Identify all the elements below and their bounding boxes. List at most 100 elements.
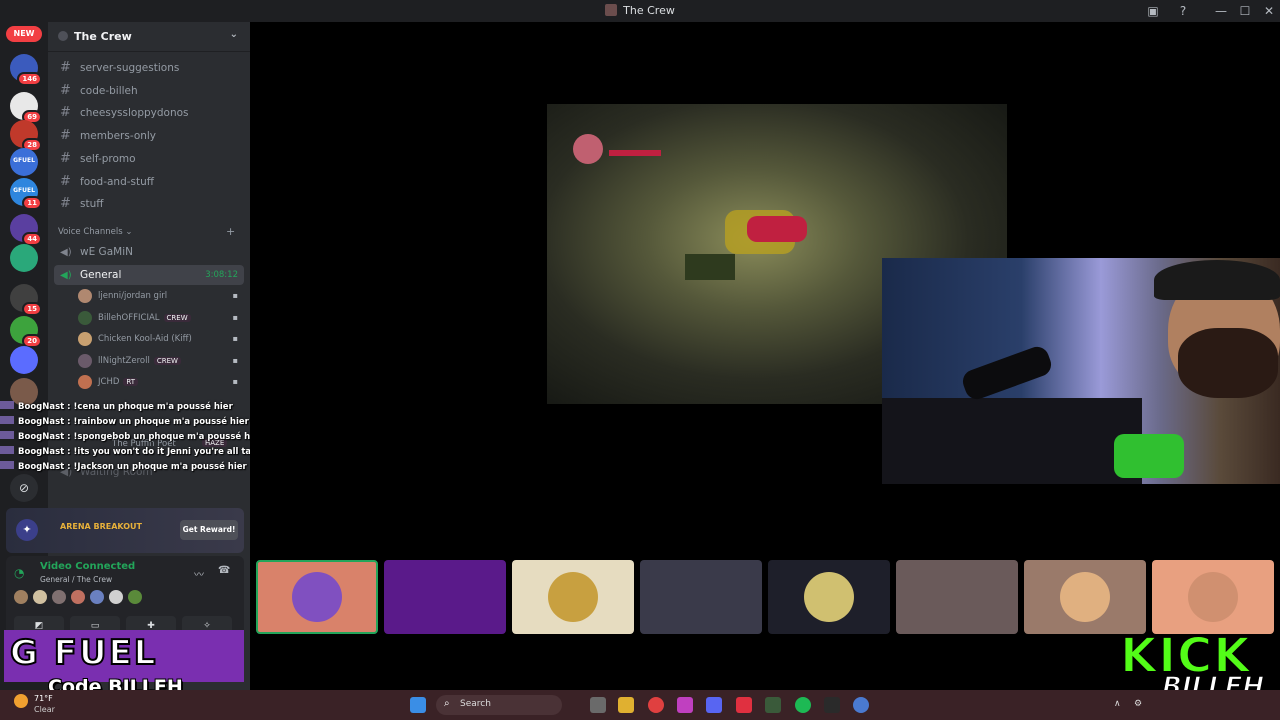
server-icon[interactable] (10, 346, 38, 374)
noise-suppression-icon[interactable]: 〰 (194, 566, 204, 581)
weather-widget[interactable]: 71°F Clear (10, 692, 70, 716)
server-header[interactable]: The Crew ⌄ (48, 22, 250, 52)
file-explorer-icon[interactable] (618, 697, 634, 713)
twitch-icon (0, 461, 14, 469)
voice-user[interactable]: Chicken Kool-Aid (Kiff) ▪ (78, 331, 238, 349)
text-channel[interactable]: # self-promo (54, 147, 244, 167)
tray-app-icon[interactable]: ⚙ (1134, 699, 1142, 709)
chrome-icon[interactable] (648, 697, 664, 713)
game-enemy (747, 216, 807, 242)
voice-channel-general[interactable]: ◀) General 3:08:12 (54, 265, 244, 285)
participant-tile[interactable] (384, 560, 506, 634)
new-badge[interactable]: NEW (6, 26, 42, 42)
voice-user-name: llNightZeroll (98, 355, 150, 366)
discover-icon[interactable]: ⊘ (10, 474, 38, 502)
tray-chevron-icon[interactable]: ∧ (1114, 699, 1121, 709)
avatar (78, 353, 92, 368)
participant-avatar[interactable] (52, 590, 66, 604)
app-icon[interactable] (765, 697, 781, 713)
epic-games-icon[interactable] (824, 697, 840, 713)
discord-icon[interactable] (706, 697, 722, 713)
minimize-button[interactable]: — (1213, 3, 1229, 19)
chevron-down-icon[interactable]: ⌄ (230, 29, 238, 40)
taskbar: ⌕ Search ∧ ⚙ (250, 690, 1280, 720)
server-name: The Crew (74, 30, 132, 43)
get-reward-button[interactable]: Get Reward! (180, 520, 238, 540)
participant-tile[interactable] (896, 560, 1018, 634)
participant-avatar[interactable] (90, 590, 104, 604)
text-channel[interactable]: # cheesyssloppydonos (54, 101, 244, 121)
voice-user[interactable]: llNightZeroll CREW ▪ (78, 353, 238, 371)
mention-badge: 15 (22, 302, 42, 316)
text-channel[interactable]: # members-only (54, 124, 244, 144)
twitch-icon (0, 446, 14, 454)
voice-user-name: ljenni/jordan girl (98, 291, 168, 301)
search-icon: ⌕ (444, 698, 450, 709)
server-icon[interactable]: 20 (10, 316, 42, 348)
add-channel-icon[interactable]: + (226, 225, 235, 238)
server-icon[interactable]: 28 (10, 120, 42, 152)
server-icon[interactable]: 146 (10, 54, 42, 86)
participant-avatar[interactable] (109, 590, 123, 604)
disconnect-icon[interactable]: ☎ (218, 565, 230, 576)
signal-icon[interactable]: ◔ (14, 566, 24, 580)
text-channel[interactable]: # code-billeh (54, 79, 244, 99)
inbox-icon[interactable]: ▣ (1145, 3, 1161, 19)
participant-avatar[interactable] (128, 590, 142, 604)
participant-avatar[interactable] (14, 590, 28, 604)
chat-overlay-message: BoogNast : !rainbow un phoque m'a poussé… (0, 416, 260, 430)
spotify-icon[interactable] (795, 697, 811, 713)
participant-tile[interactable] (768, 560, 890, 634)
twitch-icon (0, 416, 14, 424)
webcam-desk (882, 398, 1142, 484)
server-icon[interactable]: GFUEL (10, 148, 38, 176)
windows-start-icon[interactable] (410, 697, 426, 713)
participant-tile[interactable] (1024, 560, 1146, 634)
chat-overlay-message: BoogNast : !its you won't do it Jenni yo… (0, 446, 260, 460)
server-icon[interactable]: 44 (10, 214, 42, 246)
weather-icon (14, 694, 28, 708)
chat-overlay-message: BoogNast : !cena un phoque m'a poussé hi… (0, 401, 260, 415)
chat-text: !its you won't do it Jenni you're all ta… (73, 447, 260, 457)
chat-text: !cena un phoque m'a poussé hier (73, 402, 233, 412)
app-icon[interactable] (736, 697, 752, 713)
gfuel-logo: G FUEL (4, 630, 244, 682)
participant-tile[interactable] (512, 560, 634, 634)
text-channel[interactable]: # stuff (54, 192, 244, 212)
chat-overlay-message: BoogNast : !spongebob un phoque m'a pous… (0, 431, 263, 445)
server-icon[interactable] (10, 244, 38, 272)
voice-user[interactable]: BillehOFFICIAL CREW ▪ (78, 310, 238, 328)
status-icon: ▪ (232, 291, 238, 300)
hash-icon: # (60, 128, 71, 144)
task-view-icon[interactable] (590, 697, 606, 713)
voice-location[interactable]: General / The Crew (40, 575, 112, 584)
voice-user[interactable]: JCHD RT ▪ (78, 374, 238, 392)
speaker-icon: ◀) (60, 247, 72, 258)
participant-tile[interactable] (1152, 560, 1274, 634)
voice-channel-wegamin[interactable]: ◀) wE GaMiN (54, 242, 244, 262)
voice-user[interactable]: ljenni/jordan girl ▪ (78, 288, 238, 306)
participant-avatar (1060, 572, 1110, 622)
participant-avatar (292, 572, 342, 622)
app-icon[interactable] (677, 697, 693, 713)
text-channel[interactable]: # server-suggestions (54, 56, 244, 76)
participant-avatar[interactable] (33, 590, 47, 604)
hash-icon: # (60, 196, 71, 212)
close-button[interactable]: ✕ (1261, 3, 1277, 19)
role-badge: CREW (163, 313, 191, 322)
server-icon[interactable]: 15 (10, 284, 42, 316)
server-icon[interactable]: 69 (10, 92, 42, 124)
participant-avatar[interactable] (71, 590, 85, 604)
help-icon[interactable]: ? (1175, 3, 1191, 19)
maximize-button[interactable]: ☐ (1237, 3, 1253, 19)
voice-category[interactable]: Voice Channels ⌄ + (58, 225, 235, 238)
app-icon[interactable] (853, 697, 869, 713)
taskbar-search[interactable]: ⌕ Search (436, 695, 562, 715)
participant-tile[interactable] (256, 560, 378, 634)
status-icon: ▪ (232, 312, 238, 322)
text-channel[interactable]: # food-and-stuff (54, 170, 244, 190)
server-icon[interactable]: GFUEL 11 (10, 178, 42, 210)
chat-user: BoogNast (18, 432, 65, 442)
webcam-microphone (959, 343, 1055, 403)
participant-tile[interactable] (640, 560, 762, 634)
